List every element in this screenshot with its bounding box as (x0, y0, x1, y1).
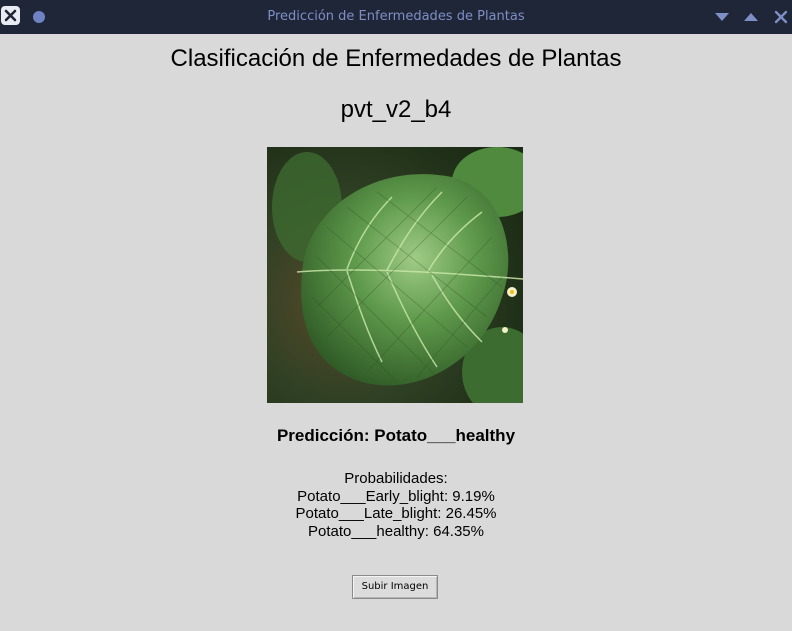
window-title: Predicción de Enfermedades de Plantas (267, 9, 525, 24)
app-title: Clasificación de Enfermedades de Plantas (170, 45, 622, 72)
probabilities-block: Probabilidades: Potato___Early_blight: 9… (0, 470, 792, 540)
window-titlebar: Predicción de Enfermedades de Plantas (0, 0, 792, 34)
maximize-icon[interactable] (742, 9, 760, 25)
window-close-icon[interactable] (773, 9, 791, 25)
leaf-image (267, 147, 523, 403)
probabilities-header: Probabilidades: (344, 470, 448, 487)
probability-item: Potato___Early_blight: 9.19% (297, 487, 495, 505)
probability-item: Potato___healthy: 64.35% (308, 522, 484, 540)
probability-item: Potato___Late_blight: 26.45% (295, 505, 497, 522)
minimize-icon[interactable] (713, 9, 731, 25)
model-name: pvt_v2_b4 (340, 96, 452, 123)
prediction-label: Predicción: Potato___healthy (276, 426, 516, 445)
upload-image-button[interactable]: Subir Imagen (352, 575, 438, 599)
